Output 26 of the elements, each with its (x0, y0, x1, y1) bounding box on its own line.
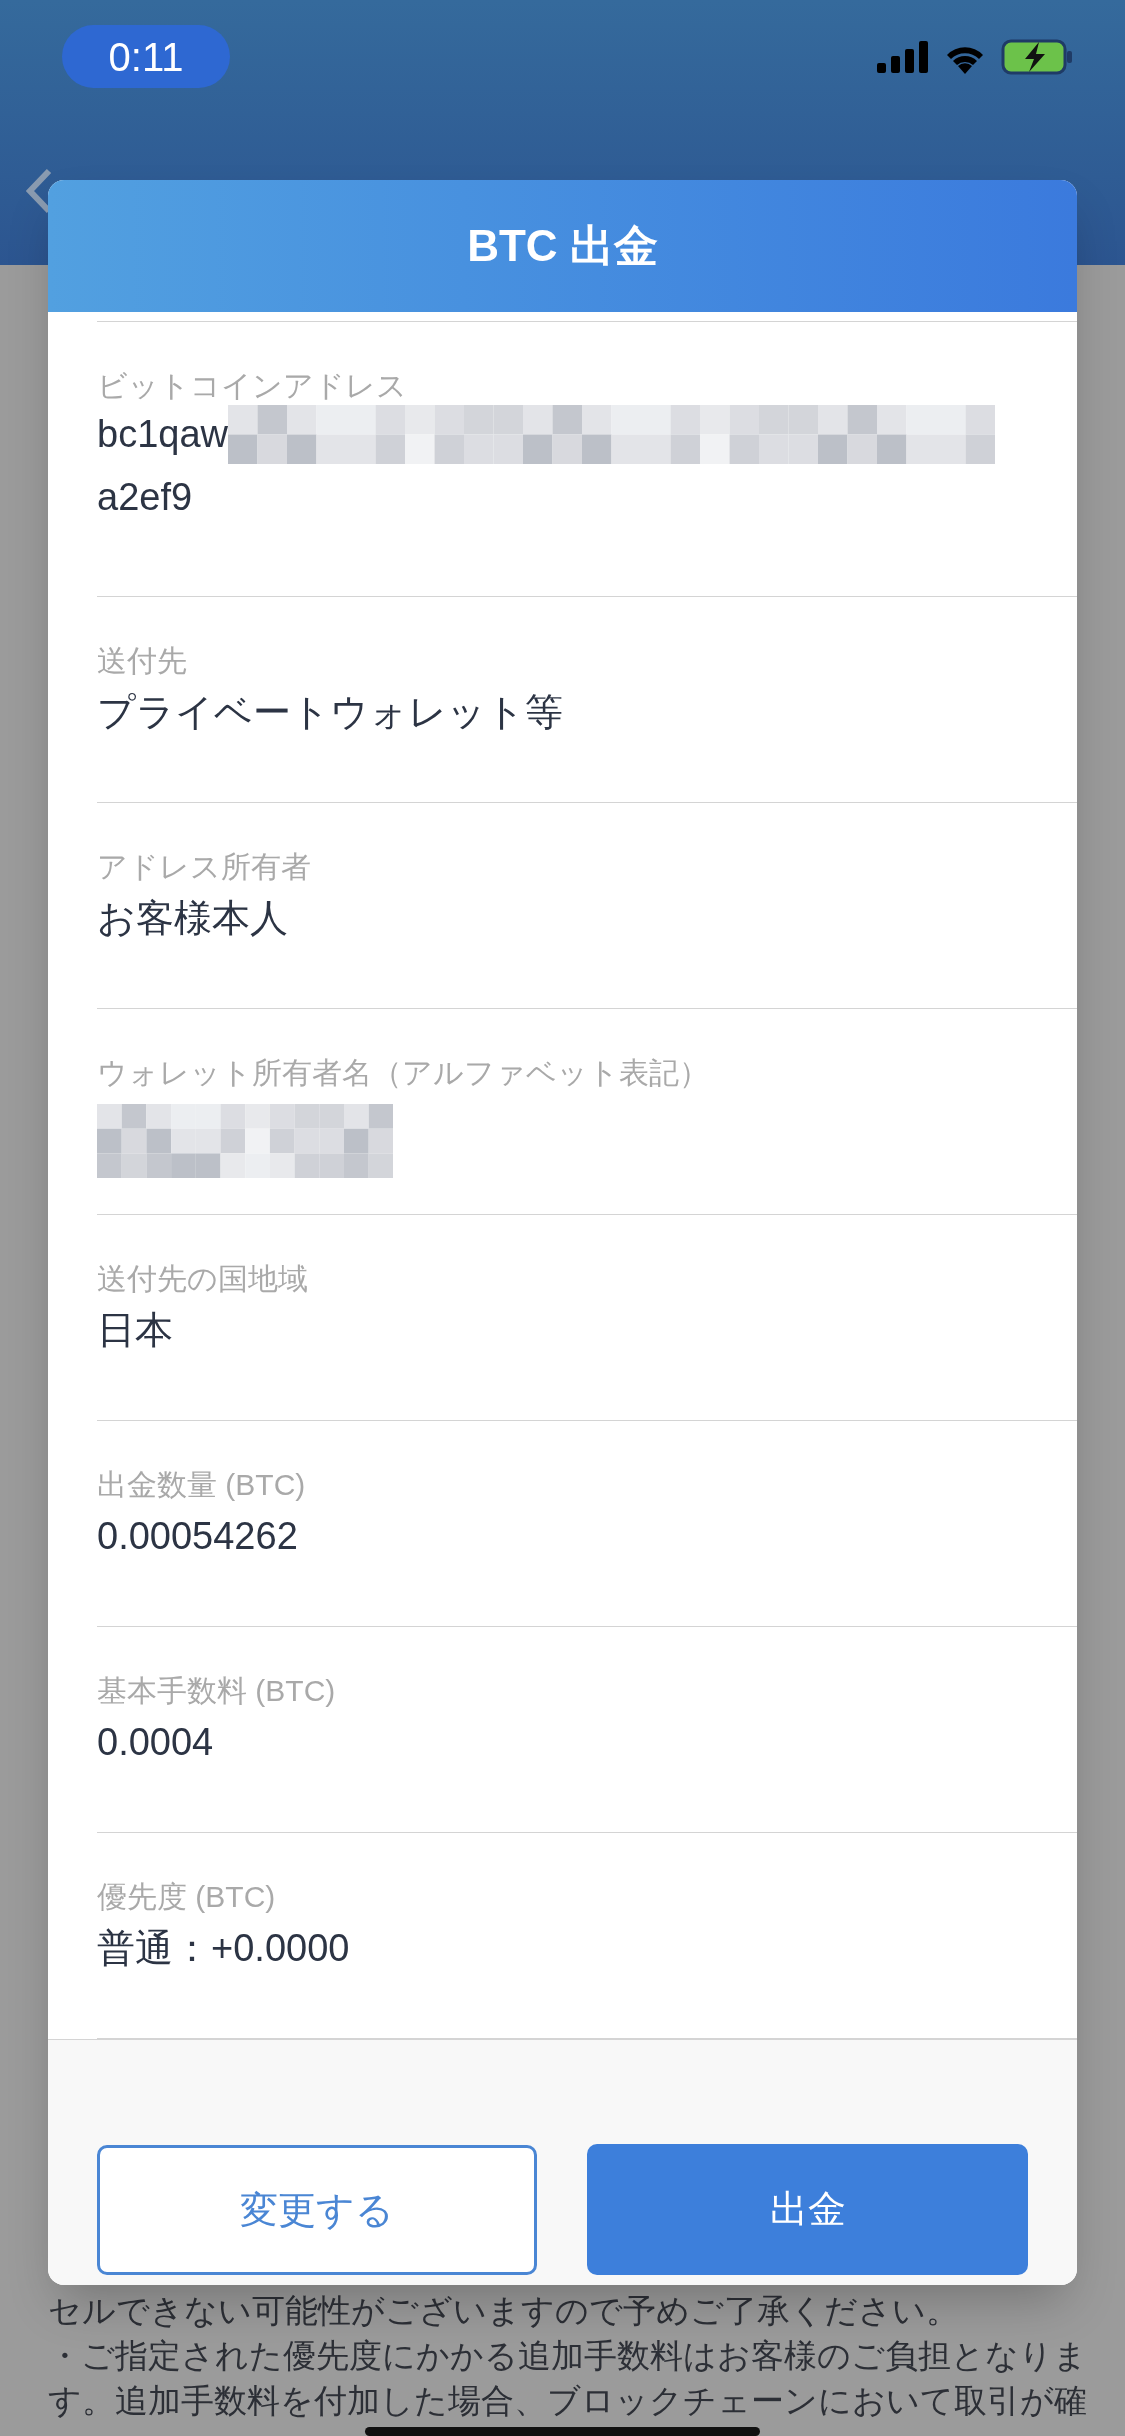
battery-charging-icon (1001, 38, 1073, 75)
notice-text: ・ご指定された優先度にかかる追加手数料はお客様のご負担となりま (48, 2336, 1087, 2376)
status-time: 0:11 (62, 25, 230, 88)
notice-text: セルできない可能性がございますので予めご了承ください。 (48, 2291, 960, 2331)
field-value: お客様本人 (97, 896, 288, 941)
field-value: 0.0004 (97, 1720, 214, 1765)
field-label: ビットコインアドレス (97, 368, 407, 404)
dialog-title: BTC 出金 (467, 220, 658, 272)
notice-text: す。追加手数料を付加した場合、ブロックチェーンにおいて取引が確 (48, 2381, 1087, 2421)
field-value: 日本 (97, 1308, 173, 1353)
field-label: 送付先 (97, 643, 187, 679)
field-value: bc1qaw (97, 415, 228, 453)
signal-icon (877, 40, 929, 73)
back-chevron-icon (26, 168, 52, 214)
change-button[interactable]: 変更する (97, 2145, 537, 2275)
field-value: 0.00054262 (97, 1514, 298, 1559)
withdraw-button[interactable]: 出金 (587, 2144, 1028, 2275)
field-label: 出金数量 (BTC) (97, 1467, 306, 1503)
field-label: 優先度 (BTC) (97, 1879, 276, 1915)
field-label: アドレス所有者 (97, 849, 311, 885)
field-label: 送付先の国地域 (97, 1261, 308, 1297)
field-label: 基本手数料 (BTC) (97, 1673, 336, 1709)
field-value: 普通：+0.0000 (97, 1926, 350, 1971)
field-value: プライベートウォレット等 (97, 690, 563, 735)
field-label: ウォレット所有者名（アルファベット表記） (97, 1055, 709, 1091)
field-value: a2ef9 (97, 475, 193, 520)
